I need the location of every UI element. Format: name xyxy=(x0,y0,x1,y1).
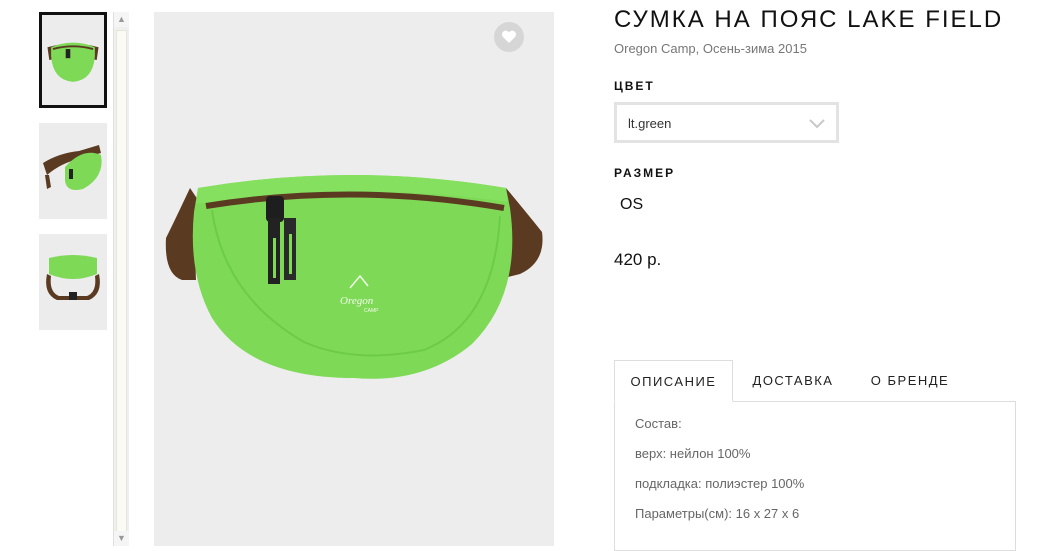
scrollbar-thumb[interactable] xyxy=(116,30,127,540)
favorite-button[interactable] xyxy=(494,22,524,52)
main-product-image[interactable]: Oregon CAMP xyxy=(154,12,554,546)
description-line: Состав: xyxy=(635,416,682,431)
thumbnail-side-image xyxy=(39,123,107,219)
description-line: Параметры(см): 16 х 27 х 6 xyxy=(635,506,800,521)
chevron-down-icon xyxy=(809,119,825,129)
tab-description[interactable]: ОПИСАНИЕ xyxy=(614,360,733,402)
thumbnail-back-image xyxy=(39,234,107,330)
bag-logo-subtext: CAMP xyxy=(364,308,379,314)
product-title: СУМКА НА ПОЯС LAKE FIELD xyxy=(614,6,1004,33)
bag-logo-text: Oregon xyxy=(340,295,374,307)
scroll-up-icon[interactable]: ▲ xyxy=(114,12,129,27)
thumbnail-front-image xyxy=(42,16,104,104)
product-price: 420 р. xyxy=(614,250,662,269)
description-line: подкладка: полиэстер 100% xyxy=(635,476,805,491)
product-subtitle: Oregon Camp, Осень-зима 2015 xyxy=(614,41,807,56)
scroll-down-icon[interactable]: ▼ xyxy=(114,531,129,546)
thumbnail-front[interactable] xyxy=(39,12,107,108)
color-select-value: lt.green xyxy=(628,116,672,131)
tab-about-brand[interactable]: О БРЕНДЕ xyxy=(854,360,966,402)
color-select[interactable]: lt.green xyxy=(614,102,839,143)
description-panel: Состав: верх: нейлон 100% подкладка: пол… xyxy=(614,401,1016,551)
bag-illustration: Oregon CAMP xyxy=(154,12,554,546)
heart-icon xyxy=(501,30,517,43)
description-line: верх: нейлон 100% xyxy=(635,446,751,461)
size-value[interactable]: OS xyxy=(620,196,643,214)
info-tabs: ОПИСАНИЕ ДОСТАВКА О БРЕНДЕ xyxy=(614,360,1016,402)
thumbnail-side[interactable] xyxy=(39,123,107,219)
tab-delivery[interactable]: ДОСТАВКА xyxy=(738,360,848,402)
thumbnail-back[interactable] xyxy=(39,234,107,330)
thumbnail-scrollbar[interactable]: ▲ ▼ xyxy=(113,12,129,546)
size-label: РАЗМЕР xyxy=(614,166,676,180)
color-label: ЦВЕТ xyxy=(614,79,655,93)
